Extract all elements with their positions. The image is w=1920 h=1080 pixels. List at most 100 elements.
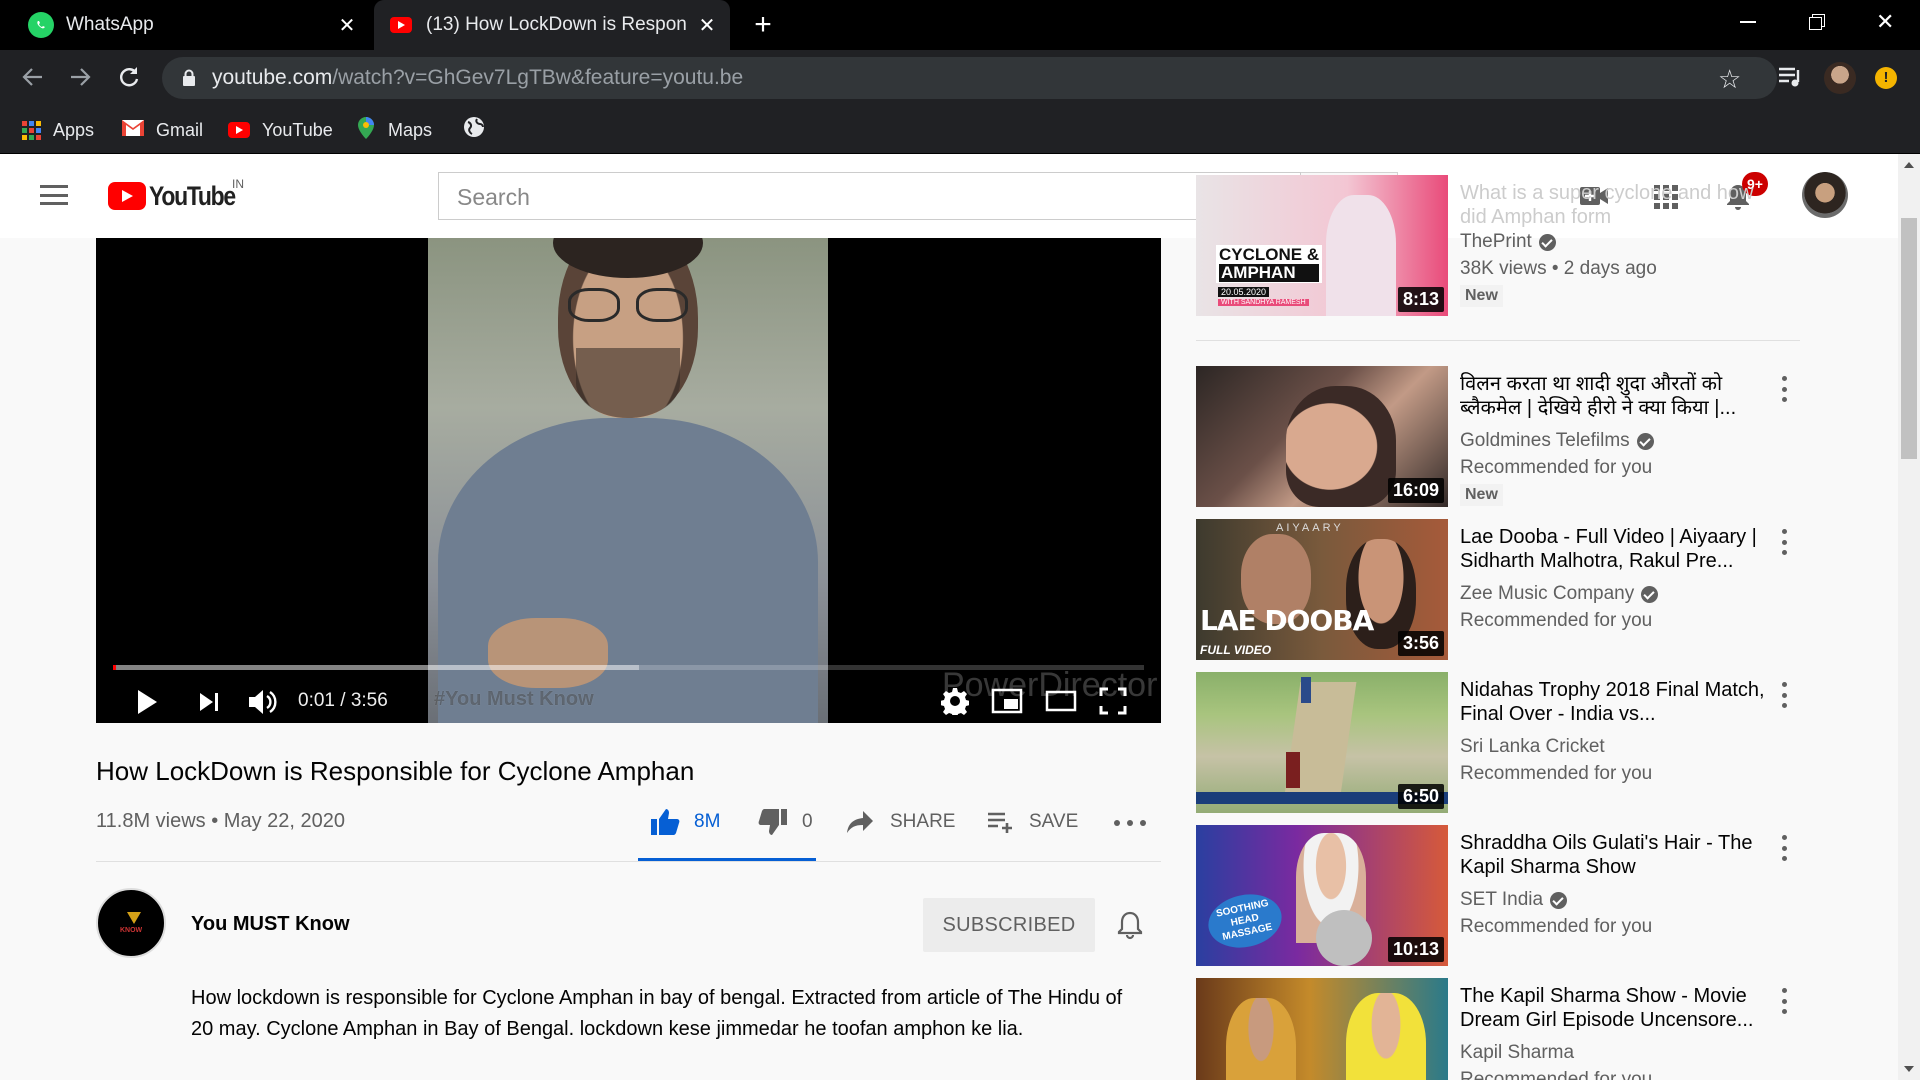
reload-icon[interactable] bbox=[116, 64, 142, 95]
more-actions-icon[interactable] bbox=[1114, 820, 1146, 826]
tshirt bbox=[438, 418, 818, 723]
close-tab-icon[interactable]: ✕ bbox=[694, 12, 720, 38]
address-bar[interactable]: youtube.com/watch?v=GhGev7LgTBw&feature=… bbox=[162, 57, 1777, 99]
profile-avatar[interactable] bbox=[1824, 62, 1856, 94]
settings-gear-icon[interactable] bbox=[938, 684, 972, 718]
channel-name[interactable]: You MUST Know bbox=[191, 913, 350, 936]
thumb-title: CYCLONE & AMPHAN bbox=[1216, 245, 1323, 283]
like-button[interactable]: 8M bbox=[650, 804, 720, 840]
extension-icon[interactable]: ! bbox=[1875, 67, 1897, 89]
restore-icon[interactable] bbox=[1809, 14, 1825, 30]
recommendation-thumbnail: 6:50 bbox=[1196, 672, 1448, 813]
close-window-icon[interactable]: ✕ bbox=[1876, 9, 1894, 35]
bookmark-apps[interactable]: Apps bbox=[22, 114, 94, 146]
next-icon[interactable] bbox=[196, 688, 222, 716]
url-path: /watch?v=GhGev7LgTBw&feature=youtu.be bbox=[332, 66, 744, 89]
recommendation-reason: Recommended for you bbox=[1460, 610, 1653, 631]
more-options-icon[interactable] bbox=[1774, 527, 1794, 557]
miniplayer-icon[interactable] bbox=[990, 686, 1024, 716]
recommendation-item[interactable]: AIYAARY LAE DOOBA FULL VIDEO 3:56 Lae Do… bbox=[1196, 519, 1796, 660]
scroll-down-arrow-icon[interactable] bbox=[1904, 1066, 1914, 1072]
more-options-icon[interactable] bbox=[1774, 374, 1794, 404]
verified-badge-icon bbox=[1641, 585, 1659, 603]
share-button[interactable]: SHARE bbox=[846, 804, 955, 840]
sidebar-divider bbox=[1196, 340, 1800, 341]
divider bbox=[96, 861, 1161, 862]
new-badge: New bbox=[1460, 484, 1503, 506]
thumb-person-2 bbox=[1346, 993, 1426, 1080]
video-duration: 16:09 bbox=[1387, 478, 1444, 503]
tab-whatsapp[interactable]: WhatsApp ✕ bbox=[0, 0, 370, 50]
apps-grid-icon bbox=[22, 120, 41, 140]
thumb-player-2 bbox=[1286, 752, 1300, 788]
thumb-player-1 bbox=[1301, 677, 1311, 703]
share-arrow-icon bbox=[847, 811, 873, 833]
youtube-logo[interactable]: YouTube IN bbox=[108, 177, 250, 212]
verified-badge-icon bbox=[1538, 233, 1556, 251]
more-options-icon[interactable] bbox=[1774, 680, 1794, 710]
time-display: 0:01 / 3:56 bbox=[298, 690, 388, 711]
new-tab-button[interactable]: + bbox=[748, 6, 778, 44]
theater-mode-icon[interactable] bbox=[1044, 688, 1078, 714]
video-duration: 10:13 bbox=[1387, 937, 1444, 962]
recommendation-channel: Sri Lanka Cricket bbox=[1460, 736, 1605, 757]
video-player[interactable]: #You Must Know PowerDirector 0:01 / 3:56 bbox=[96, 238, 1161, 723]
account-avatar[interactable] bbox=[1802, 172, 1848, 218]
more-options-icon[interactable] bbox=[1774, 986, 1794, 1016]
recommendation-item[interactable]: 16:09 विलन करता था शादी शुदा औरतों को ब्… bbox=[1196, 366, 1796, 507]
search-input[interactable]: Search bbox=[438, 172, 1301, 220]
recommendation-channel-row: SET India bbox=[1460, 889, 1568, 911]
youtube-logo-icon bbox=[108, 182, 146, 210]
volume-icon[interactable] bbox=[246, 686, 278, 718]
forward-icon[interactable] bbox=[67, 64, 93, 95]
close-tab-icon[interactable]: ✕ bbox=[334, 12, 360, 38]
recommendation-title: Shraddha Oils Gulati's Hair - The Kapil … bbox=[1460, 832, 1753, 878]
channel-avatar[interactable]: KNOW bbox=[96, 888, 166, 958]
recommendation-channel: Zee Music Company bbox=[1460, 583, 1635, 604]
youtube-logo-text: YouTube bbox=[149, 180, 236, 211]
recommendation-item[interactable]: 6:50 Nidahas Trophy 2018 Final Match, Fi… bbox=[1196, 672, 1796, 813]
whatsapp-icon bbox=[28, 12, 54, 38]
bookmark-gmail[interactable]: Gmail bbox=[122, 114, 203, 146]
save-label: SAVE bbox=[1029, 811, 1079, 832]
youtube-icon bbox=[390, 17, 412, 33]
recommendation-title: Nidahas Trophy 2018 Final Match, Final O… bbox=[1460, 679, 1765, 725]
media-queue-icon[interactable] bbox=[1778, 66, 1804, 93]
more-options-icon[interactable] bbox=[1774, 833, 1794, 863]
recommendation-reason: Recommended for you bbox=[1460, 457, 1653, 478]
menu-hamburger-icon[interactable] bbox=[40, 185, 68, 205]
recommendation-thumbnail: AIYAARY LAE DOOBA FULL VIDEO 3:56 bbox=[1196, 519, 1448, 660]
save-button[interactable]: SAVE bbox=[987, 804, 1078, 840]
tab-youtube-active[interactable]: (13) How LockDown is Responsib ✕ bbox=[374, 0, 730, 50]
bookmark-maps[interactable]: Maps bbox=[358, 114, 432, 146]
thumb-date: 20.05.2020 bbox=[1218, 287, 1270, 297]
minimize-icon[interactable] bbox=[1740, 21, 1756, 23]
scrollbar-thumb[interactable] bbox=[1901, 218, 1917, 459]
lock-icon bbox=[182, 69, 196, 92]
fullscreen-icon[interactable] bbox=[1097, 685, 1129, 717]
tab-title: (13) How LockDown is Responsib bbox=[426, 14, 686, 35]
dislike-button[interactable]: 0 bbox=[758, 804, 813, 840]
scroll-up-arrow-icon[interactable] bbox=[1904, 162, 1914, 168]
bookmark-youtube[interactable]: YouTube bbox=[228, 114, 333, 146]
bookmark-star-icon[interactable]: ☆ bbox=[1718, 64, 1741, 95]
youtube-region: IN bbox=[232, 177, 244, 191]
page-scrollbar[interactable] bbox=[1898, 154, 1920, 1080]
notification-bell-icon[interactable] bbox=[1117, 910, 1143, 945]
subscribed-button[interactable]: SUBSCRIBED bbox=[923, 898, 1095, 952]
recommendation-item[interactable]: SOOTHING HEAD MASSAGE 10:13 Shraddha Oil… bbox=[1196, 825, 1796, 966]
recommendation-title: The Kapil Sharma Show - Movie Dream Girl… bbox=[1460, 985, 1754, 1031]
verified-badge-icon bbox=[1636, 432, 1654, 450]
thumbs-up-icon bbox=[651, 809, 680, 835]
thumb-figure bbox=[1326, 195, 1396, 316]
recommendation-item-partial[interactable]: CYCLONE & AMPHAN 20.05.2020 WITH SANDHYA… bbox=[1196, 175, 1796, 316]
thumb-tag: WITH SANDHYA RAMESH bbox=[1218, 299, 1309, 306]
bookmark-label: YouTube bbox=[262, 119, 333, 140]
played-bar bbox=[113, 665, 117, 670]
globe-icon[interactable] bbox=[462, 115, 486, 144]
recommendation-item[interactable]: The Kapil Sharma Show - Movie Dream Girl… bbox=[1196, 978, 1796, 1080]
play-icon[interactable] bbox=[132, 685, 162, 719]
back-icon[interactable] bbox=[20, 64, 46, 95]
video-frame bbox=[428, 238, 828, 723]
video-description: How lockdown is responsible for Cyclone … bbox=[191, 987, 1123, 1040]
